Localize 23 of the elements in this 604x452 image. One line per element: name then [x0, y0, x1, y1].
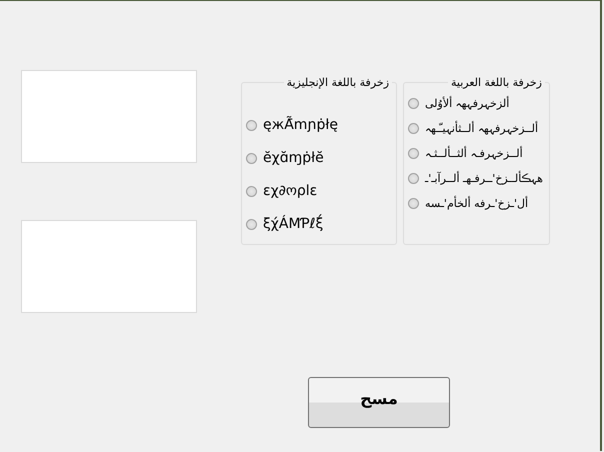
radio-label: ألــزخہرفہهہ ألــثأنہيـّـهہ	[425, 122, 538, 135]
radio-label: ξχ́ÁMƤℓξ́	[263, 216, 324, 232]
clear-button[interactable]: مسح	[308, 377, 450, 428]
radio-button[interactable]	[408, 198, 419, 209]
text-field[interactable]	[21, 220, 197, 313]
text-field[interactable]	[21, 70, 197, 163]
radio-label: ĕχɑ̆ɱṗłĕ	[263, 150, 324, 166]
radio-button[interactable]	[246, 186, 257, 196]
radio-label: أل'ـزخ'ـرفه ألخأم'ـسه	[425, 197, 528, 210]
radio-button[interactable]	[408, 98, 419, 109]
radio-label: ألــزخہرفـہ ألثــألــثـہ	[425, 147, 523, 160]
radio-button[interactable]	[408, 173, 419, 184]
radio-label: ألزخہرفہهہ ألأوُلى	[425, 97, 510, 110]
radio-label: ęжÃ̄mɲṗłę	[263, 117, 338, 133]
radio-label: هہڪألــزخ'ــرفـهـ ألــرآبـ'ـ	[425, 172, 543, 185]
group-title: زخرفة باللغة الإنجليزية	[286, 76, 390, 89]
radio-button[interactable]	[408, 123, 419, 134]
radio-button[interactable]	[246, 152, 257, 164]
radio-button[interactable]	[246, 218, 257, 230]
radio-button[interactable]	[408, 148, 419, 159]
radio-button[interactable]	[246, 120, 257, 130]
group-title: زخرفة باللغة العربية	[450, 76, 543, 89]
radio-label: εχ∂ოρlε	[263, 183, 318, 199]
